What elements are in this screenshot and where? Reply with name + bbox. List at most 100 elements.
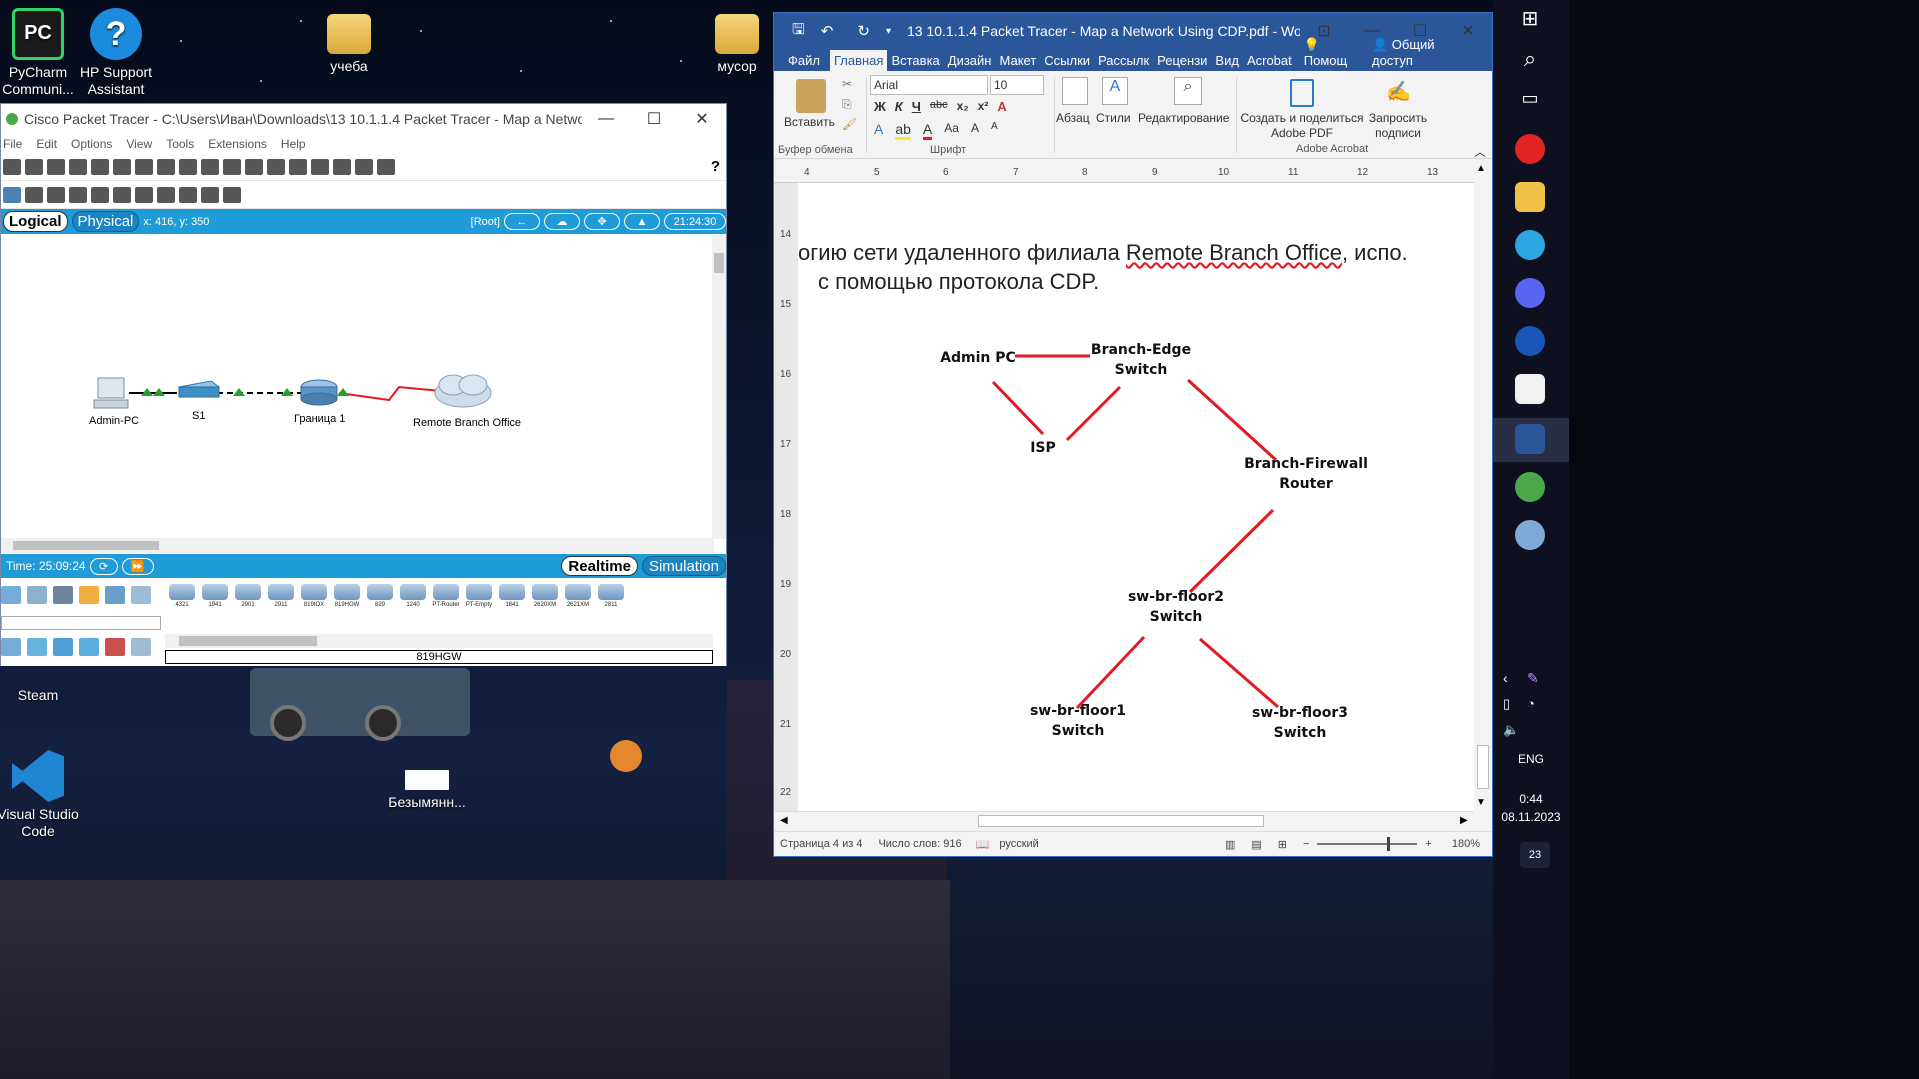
gog-icon[interactable] — [1515, 326, 1545, 356]
model-2621xm[interactable]: 2621XM — [563, 582, 593, 610]
customize-qat-icon[interactable]: ▾ — [886, 26, 891, 37]
styles-group[interactable]: A Стили — [1096, 71, 1138, 159]
paste-label[interactable]: Вставить — [784, 115, 835, 129]
open-folder-icon[interactable] — [25, 158, 43, 175]
file-explorer-icon[interactable] — [1515, 182, 1545, 212]
redo-icon[interactable] — [201, 158, 219, 175]
save-icon[interactable]: 🖫 — [792, 19, 805, 44]
menu-edit[interactable]: Edit — [36, 137, 57, 151]
strikethrough-icon[interactable]: abc — [930, 99, 948, 114]
clear-format-icon[interactable]: A — [997, 99, 1006, 114]
desktop-icon-hp-support[interactable]: ? HP Support Assistant — [61, 8, 171, 98]
scroll-down-icon[interactable]: ▼ — [1476, 797, 1486, 808]
tab-design[interactable]: Дизайн — [944, 53, 996, 71]
font-name-box[interactable]: Arial — [870, 75, 988, 95]
clock-display[interactable]: 21:24:30 — [664, 213, 726, 230]
logical-workspace[interactable]: Admin-PC S1 Граница 1 Remote Branch Offi… — [1, 235, 714, 539]
collapse-ribbon-icon[interactable]: ︿ — [1474, 143, 1486, 160]
document-vertical-scrollbar[interactable]: ▲ ▼ — [1474, 163, 1492, 811]
language-status[interactable]: русский — [999, 838, 1038, 850]
telegram-icon[interactable] — [1515, 230, 1545, 260]
wan-emulation-icon[interactable] — [131, 638, 151, 656]
model-pt-router[interactable]: PT-Router — [431, 582, 461, 610]
print-icon[interactable] — [69, 158, 87, 175]
paste-icon[interactable] — [796, 79, 826, 113]
grow-font-icon[interactable]: A — [971, 121, 979, 140]
model-2901[interactable]: 2901 — [233, 582, 263, 610]
info-icon[interactable] — [91, 158, 109, 175]
tab-review[interactable]: Рецензи — [1153, 53, 1211, 71]
zoom-out-icon[interactable] — [267, 158, 285, 175]
scroll-right-icon[interactable]: ▶ — [1460, 815, 1468, 826]
search-icon[interactable]: ⌕ — [1515, 46, 1545, 76]
copy-icon[interactable] — [135, 158, 153, 175]
new-file-icon[interactable] — [3, 158, 21, 175]
maximize-button[interactable]: ☐ — [630, 109, 678, 129]
page-count[interactable]: Страница 4 из 4 — [780, 838, 862, 850]
model-1941[interactable]: 1941 — [200, 582, 230, 610]
switch-icon[interactable] — [177, 380, 221, 398]
misc-icon[interactable] — [105, 586, 125, 604]
task-view-icon[interactable]: ▭ — [1515, 88, 1545, 118]
model-4321[interactable]: 4321 — [167, 582, 197, 610]
tab-home[interactable]: Главная — [829, 50, 888, 71]
keyboard-language[interactable]: ENG — [1493, 752, 1569, 766]
power-cycle-icon[interactable]: ⟳ — [89, 557, 118, 575]
scroll-thumb[interactable] — [978, 815, 1264, 827]
pt-title-bar[interactable]: Cisco Packet Tracer - C:\Users\Иван\Down… — [1, 104, 726, 134]
print-layout-icon[interactable]: ▤ — [1251, 838, 1261, 851]
simple-pdu-icon[interactable] — [201, 186, 219, 203]
tab-insert[interactable]: Вставка — [887, 53, 943, 71]
network-info-icon[interactable] — [113, 158, 131, 175]
yandex-browser-icon[interactable] — [1515, 134, 1545, 164]
desktop-icon-vscode[interactable]: Visual Studio Code — [0, 750, 93, 840]
resize-icon[interactable] — [69, 186, 87, 203]
model-2620xm[interactable]: 2620XM — [530, 582, 560, 610]
cluster-nav-icon[interactable]: ☁ — [544, 213, 580, 230]
menu-options[interactable]: Options — [71, 137, 112, 151]
paint-icon[interactable] — [1515, 520, 1545, 550]
model-2811[interactable]: 2811 — [596, 582, 626, 610]
menu-file[interactable]: File — [3, 137, 22, 151]
cut-icon[interactable]: ✂ — [842, 77, 852, 91]
zoom-slider-thumb[interactable] — [1387, 837, 1391, 851]
battery-icon[interactable]: ▯ — [1503, 696, 1510, 712]
tab-file[interactable]: Файл — [784, 53, 824, 71]
cluster-icon[interactable] — [355, 158, 373, 175]
model-pt-empty[interactable]: PT-Empty — [464, 582, 494, 610]
shrink-font-icon[interactable]: A — [991, 121, 998, 140]
menu-view[interactable]: View — [126, 137, 152, 151]
desktop-icon-steam[interactable]: Steam — [0, 670, 93, 704]
notification-center-icon[interactable]: 23 — [1520, 842, 1550, 868]
freeform-icon[interactable] — [179, 186, 197, 203]
vertical-ruler[interactable]: 14 15 16 17 18 19 20 21 22 — [774, 183, 798, 811]
word-icon[interactable] — [1515, 424, 1545, 454]
connections-icon[interactable] — [79, 586, 99, 604]
clock-date[interactable]: 08.11.2023 — [1493, 810, 1569, 824]
fast-forward-icon[interactable]: ⏩ — [121, 557, 154, 575]
tab-view[interactable]: Вид — [1211, 53, 1243, 71]
app-icon[interactable] — [1515, 374, 1545, 404]
proofing-icon[interactable]: 📖 — [976, 838, 990, 851]
background-icon[interactable]: ▲ — [624, 213, 660, 230]
text-effects-icon[interactable]: A — [874, 121, 883, 140]
model-1841[interactable]: 1841 — [497, 582, 527, 610]
custom-device-icon[interactable] — [311, 158, 329, 175]
components-icon[interactable] — [53, 586, 73, 604]
editing-group[interactable]: ⌕ Редактирование — [1138, 71, 1234, 159]
tab-references[interactable]: Ссылки — [1040, 53, 1094, 71]
close-button[interactable]: ✕ — [678, 109, 726, 129]
scroll-thumb[interactable] — [13, 541, 159, 550]
rectangle-icon[interactable] — [135, 186, 153, 203]
help-icon[interactable]: ? — [711, 158, 720, 175]
hubs-icon[interactable] — [53, 638, 73, 656]
note-icon[interactable] — [91, 186, 109, 203]
model-819hgw[interactable]: 819HGW — [332, 582, 362, 610]
web-layout-icon[interactable]: ⊞ — [1278, 838, 1287, 851]
bold-icon[interactable]: Ж — [874, 99, 886, 114]
end-devices-icon[interactable] — [27, 586, 47, 604]
inspect-icon[interactable] — [25, 186, 43, 203]
cloud-icon[interactable] — [434, 374, 492, 408]
tab-acrobat[interactable]: Acrobat — [1243, 53, 1296, 71]
scroll-left-icon[interactable]: ◀ — [780, 815, 788, 826]
